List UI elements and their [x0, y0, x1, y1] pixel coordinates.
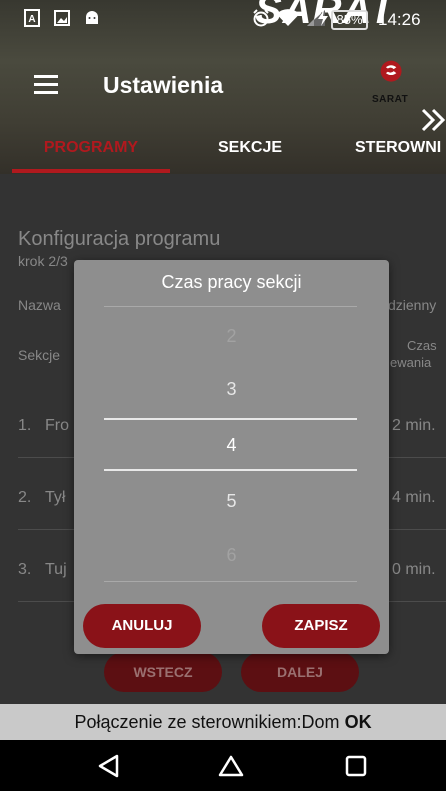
picker-value[interactable]: 5 [74, 491, 389, 512]
logo-text: SARAT [372, 94, 409, 105]
time-label-1: Czas [407, 338, 437, 353]
recents-nav-icon[interactable] [342, 752, 370, 780]
row-1-num: 1. [18, 417, 32, 434]
svg-text:A: A [28, 14, 35, 25]
picker-selected-value[interactable]: 4 [74, 435, 389, 456]
row-2-name: Tył [45, 489, 66, 506]
back-button[interactable]: WSTECZ [104, 652, 222, 692]
tab-programy[interactable]: PROGRAMY [12, 134, 170, 174]
battery-indicator: 85% [331, 10, 368, 30]
time-label-2: ewania [390, 355, 432, 370]
picker-divider [104, 581, 357, 582]
save-button[interactable]: ZAPISZ [262, 604, 380, 648]
dialog-title: Czas pracy sekcji [161, 272, 302, 292]
picker-value[interactable]: 3 [74, 379, 389, 400]
image-icon [54, 10, 70, 26]
picker-value[interactable]: 6 [74, 545, 389, 566]
row-1-name: Fro [45, 417, 69, 434]
menu-icon[interactable] [34, 75, 58, 95]
picker-selection-top [104, 418, 357, 420]
row-3-name: Tuj [45, 561, 67, 578]
system-nav-bar [0, 740, 446, 791]
next-button[interactable]: DALEJ [241, 652, 359, 692]
back-nav-icon[interactable] [95, 752, 123, 780]
active-tab-indicator [12, 169, 170, 173]
config-heading: Konfiguracja programu [18, 228, 221, 250]
picker-divider [104, 306, 357, 307]
section-time-dialog: Czas pracy sekcji 2 3 4 5 6 ANULUJ ZAPIS… [74, 260, 389, 654]
wifi-icon [276, 9, 300, 26]
sections-label: Sekcje [18, 347, 61, 363]
clock: 14:26 [378, 10, 421, 29]
row-2-time: 4 min. [392, 489, 436, 506]
home-nav-icon[interactable] [217, 752, 245, 780]
connection-text: Połączenie ze sterownikiem:Dom [74, 712, 340, 732]
page-title: Ustawienia [103, 72, 224, 98]
cancel-button[interactable]: ANULUJ [83, 604, 201, 648]
step-label: krok 2/3 [18, 253, 68, 269]
alarm-icon [253, 9, 269, 27]
notification-a-icon: A [24, 9, 40, 27]
picker-selection-bottom [104, 469, 357, 471]
sarat-logo [380, 60, 402, 82]
picker-value[interactable]: 2 [74, 326, 389, 347]
row-3-time: 0 min. [392, 561, 436, 578]
daily-label: dzienny [388, 297, 437, 313]
status-bar: A 85% 14:26 [0, 0, 446, 42]
row-3-num: 3. [18, 561, 32, 578]
android-icon [86, 11, 98, 24]
name-label: Nazwa [18, 297, 61, 313]
tab-bar: PROGRAMY SEKCJE STEROWNI [0, 134, 446, 174]
charging-icon [318, 10, 328, 26]
connection-status-bar: Połączenie ze sterownikiem:Dom OK [0, 704, 446, 740]
tab-sekcje[interactable]: SEKCJE [190, 134, 310, 174]
double-chevron-right-icon[interactable] [420, 106, 446, 136]
connection-status: OK [344, 712, 372, 732]
row-1-time: 2 min. [392, 417, 436, 434]
tab-sterowniki[interactable]: STEROWNI [355, 134, 446, 174]
app-header: SARAT A 85% 14:26 [0, 0, 446, 174]
row-2-num: 2. [18, 489, 32, 506]
